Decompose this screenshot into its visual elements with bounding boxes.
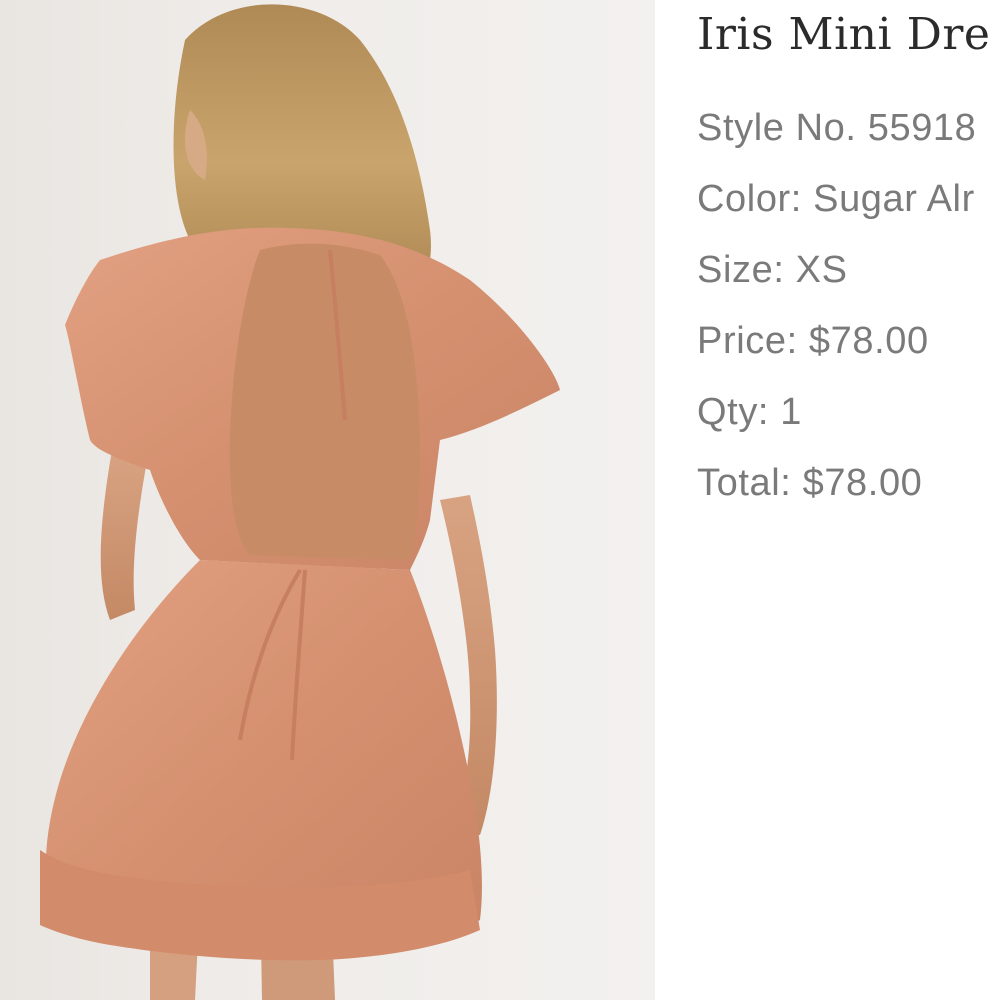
price-text: Price: $78.00 <box>697 320 929 362</box>
size-text: Size: XS <box>697 249 848 291</box>
total-text: Total: $78.00 <box>697 462 923 504</box>
style-number-text: Style No. 55918 <box>697 107 977 149</box>
product-title: Iris Mini Dre <box>697 9 991 60</box>
order-details-panel: Iris Mini Dre Style No. 55918 Color: Sug… <box>697 0 1000 1000</box>
quantity-text: Qty: 1 <box>697 391 802 433</box>
color-text: Color: Sugar Alr <box>697 178 975 220</box>
product-detail-view: Iris Mini Dre Style No. 55918 Color: Sug… <box>0 0 1000 1000</box>
product-photo <box>0 0 655 1000</box>
dress-back-view-image <box>40 4 560 1000</box>
